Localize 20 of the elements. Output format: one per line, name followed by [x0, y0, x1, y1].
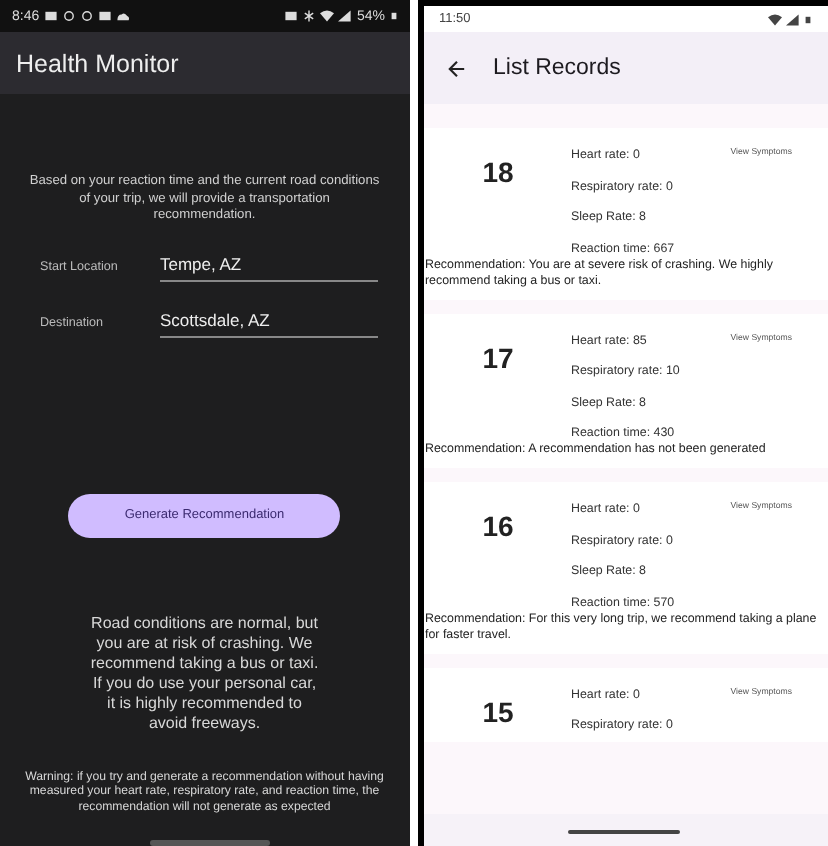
- signal-icon: [338, 10, 353, 22]
- record-number: 16: [480, 508, 516, 546]
- app-title: List Records: [493, 56, 621, 80]
- wifi-icon: [320, 10, 335, 22]
- wifi-icon: [768, 13, 782, 25]
- record-number: 17: [480, 339, 516, 377]
- home-indicator: [567, 830, 679, 834]
- app-title: Health Monitor: [16, 49, 179, 77]
- cloud-icon: [115, 10, 130, 22]
- input-field[interactable]: Tempe, AZ: [160, 253, 377, 281]
- input-field[interactable]: Scottsdale, AZ: [160, 309, 377, 337]
- recommendation-text: Road conditions are normal, but you are at risk of crashing. We recommend taking a bus or taxi. If you do use your personal car, it is highly recommended to avoid freeways.: [88, 613, 321, 733]
- back-icon[interactable]: [447, 59, 465, 77]
- battery-icon: [389, 10, 397, 22]
- record-number: 15: [480, 693, 516, 731]
- battery-icon: [804, 13, 812, 25]
- record-number: 18: [480, 154, 516, 192]
- bluetooth-icon: [302, 10, 317, 22]
- home-indicator: [150, 840, 270, 846]
- signal-icon: [786, 13, 800, 25]
